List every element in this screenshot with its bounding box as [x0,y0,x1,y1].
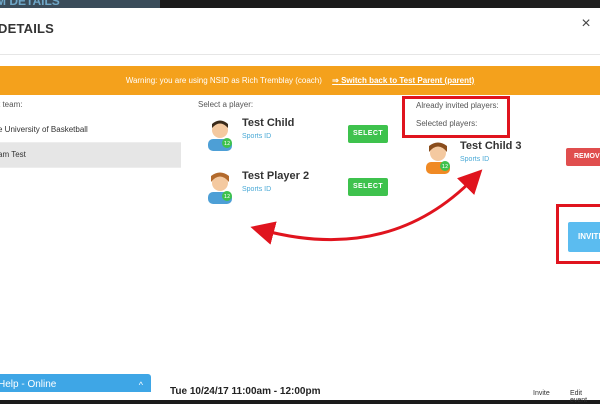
backdrop-logo-strip [530,0,600,8]
invite-players-modal: DETAILS × Warning: you are using NSID as… [0,8,600,396]
annotation-arrow-icon [250,169,483,245]
backdrop-title: M DETAILS [0,0,60,8]
footer-edit-link[interactable]: Edit event [570,390,600,404]
help-label: Help - Online [0,379,57,390]
backdrop-header: M DETAILS [0,0,160,8]
event-date: Tue 10/24/17 11:00am - 12:00pm [170,386,321,397]
footer-invite-link[interactable]: Invite [533,390,550,397]
